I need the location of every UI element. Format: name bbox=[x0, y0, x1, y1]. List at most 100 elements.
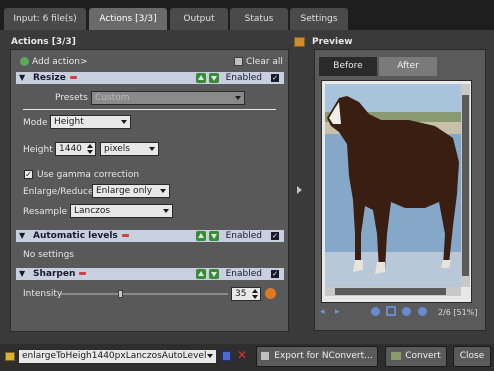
resample-label: Resample bbox=[23, 207, 68, 217]
move-up-icon[interactable] bbox=[196, 73, 206, 83]
intensity-label: Intensity bbox=[23, 289, 63, 299]
tab-bar: Input: 6 file(s) Actions [3/3] Output St… bbox=[0, 0, 494, 30]
enabled-label: Enabled bbox=[225, 269, 262, 279]
enlarge-combo[interactable]: Enlarge only bbox=[92, 184, 170, 198]
tab-input[interactable]: Input: 6 file(s) bbox=[4, 8, 86, 30]
presets-label: Presets bbox=[55, 93, 88, 103]
preview-status: 2/6 [51%] bbox=[438, 308, 478, 317]
enabled-checkbox[interactable]: ✓ bbox=[271, 232, 279, 240]
intensity-slider-handle[interactable] bbox=[118, 290, 123, 298]
preset-combo[interactable]: enlargeToHeigh1440pxLanczosAutoLevel bbox=[18, 349, 217, 364]
sharpen-name: Sharpen bbox=[33, 268, 87, 280]
height-value: 1440 bbox=[59, 144, 82, 154]
move-down-icon[interactable] bbox=[209, 269, 219, 279]
remove-action-icon[interactable] bbox=[79, 272, 87, 275]
chevron-down-icon bbox=[163, 209, 169, 213]
export-icon bbox=[261, 351, 270, 360]
chevron-down-icon bbox=[149, 147, 155, 151]
resize-name: Resize bbox=[33, 72, 77, 84]
chevron-down-icon bbox=[235, 96, 241, 100]
collapse-triangle-icon[interactable]: ▼ bbox=[19, 72, 25, 84]
clear-all-icon[interactable] bbox=[234, 57, 243, 66]
height-label: Height bbox=[23, 145, 53, 155]
tab-before[interactable]: Before bbox=[319, 57, 377, 76]
add-action-button[interactable]: Add action> bbox=[32, 57, 88, 67]
tab-status[interactable]: Status bbox=[230, 8, 288, 30]
mode-value: Height bbox=[54, 117, 84, 127]
move-arrows bbox=[196, 231, 220, 241]
preview-panel-icon[interactable] bbox=[294, 37, 305, 47]
move-down-icon[interactable] bbox=[209, 231, 219, 241]
preview-title: Preview bbox=[312, 37, 353, 47]
spin-up-icon[interactable] bbox=[87, 144, 93, 148]
move-arrows bbox=[196, 269, 220, 279]
zoom-in-icon[interactable] bbox=[402, 307, 411, 316]
tab-settings[interactable]: Settings bbox=[290, 8, 348, 30]
tab-output[interactable]: Output bbox=[170, 8, 228, 30]
intensity-spinbox[interactable]: 35 bbox=[231, 287, 261, 301]
mode-label: Mode bbox=[23, 118, 48, 128]
mode-combo[interactable]: Height bbox=[50, 115, 131, 129]
divider bbox=[23, 109, 276, 110]
no-settings-label: No settings bbox=[23, 250, 74, 260]
add-action-icon[interactable] bbox=[20, 57, 29, 66]
tab-actions[interactable]: Actions [3/3] bbox=[89, 8, 167, 30]
preset-value: enlargeToHeigh1440pxLanczosAutoLevel bbox=[22, 351, 207, 361]
resize-header[interactable]: ▼ Resize Enabled ✓ bbox=[16, 72, 284, 84]
height-spinbox[interactable]: 1440 bbox=[55, 142, 96, 156]
resample-value: Lanczos bbox=[74, 206, 111, 216]
unit-value: pixels bbox=[104, 144, 130, 154]
spin-up-icon[interactable] bbox=[252, 289, 258, 293]
gamma-checkbox[interactable]: ✓ bbox=[24, 170, 33, 179]
zoom-out-icon[interactable] bbox=[418, 307, 427, 316]
horse-photo bbox=[325, 84, 461, 287]
gamma-label: Use gamma correction bbox=[37, 170, 140, 180]
collapse-triangle-icon[interactable]: ▼ bbox=[19, 230, 25, 242]
save-icon[interactable] bbox=[222, 351, 231, 361]
convert-label: Convert bbox=[405, 351, 441, 361]
move-up-icon[interactable] bbox=[196, 231, 206, 241]
splitter-arrow-icon[interactable] bbox=[297, 186, 302, 194]
collapse-triangle-icon[interactable]: ▼ bbox=[19, 268, 25, 280]
fit-icon[interactable] bbox=[386, 306, 396, 316]
presets-value: Custom bbox=[95, 93, 130, 103]
close-button[interactable]: Close bbox=[453, 346, 491, 367]
preview-image[interactable] bbox=[325, 84, 461, 287]
horizontal-scrollbar-thumb[interactable] bbox=[335, 288, 446, 295]
remove-action-icon[interactable] bbox=[69, 76, 77, 79]
enabled-label: Enabled bbox=[225, 73, 262, 83]
vertical-scrollbar-thumb[interactable] bbox=[462, 95, 469, 276]
remove-action-icon[interactable] bbox=[121, 234, 129, 237]
enabled-checkbox[interactable]: ✓ bbox=[271, 270, 279, 278]
prev-arrow-icon[interactable]: ◂ bbox=[320, 307, 325, 317]
enabled-checkbox[interactable]: ✓ bbox=[271, 74, 279, 82]
zoom-icon[interactable] bbox=[371, 307, 380, 316]
next-arrow-icon[interactable]: ▸ bbox=[335, 307, 340, 317]
auto-levels-header[interactable]: ▼ Automatic levels Enabled ✓ bbox=[16, 230, 284, 242]
tab-after[interactable]: After bbox=[379, 57, 437, 76]
move-up-icon[interactable] bbox=[196, 269, 206, 279]
spin-down-icon[interactable] bbox=[87, 150, 93, 154]
folder-icon[interactable] bbox=[5, 352, 15, 361]
move-down-icon[interactable] bbox=[209, 73, 219, 83]
intensity-value: 35 bbox=[235, 289, 247, 299]
auto-levels-name: Automatic levels bbox=[33, 230, 129, 242]
spin-down-icon[interactable] bbox=[252, 295, 258, 299]
enabled-label: Enabled bbox=[225, 231, 262, 241]
intensity-slider-track[interactable] bbox=[61, 293, 228, 295]
chevron-down-icon bbox=[121, 120, 127, 124]
presets-combo: Custom bbox=[91, 91, 245, 105]
unit-combo[interactable]: pixels bbox=[100, 142, 159, 156]
clear-all-button[interactable]: Clear all bbox=[246, 57, 283, 67]
convert-icon bbox=[391, 351, 402, 360]
export-label: Export for NConvert... bbox=[274, 351, 373, 361]
reset-icon[interactable] bbox=[265, 288, 276, 299]
convert-button[interactable]: Convert bbox=[385, 346, 447, 367]
enlarge-value: Enlarge only bbox=[96, 186, 153, 196]
move-arrows bbox=[196, 73, 220, 83]
export-nconvert-button[interactable]: Export for NConvert... bbox=[256, 346, 378, 367]
resample-combo[interactable]: Lanczos bbox=[70, 204, 173, 218]
chevron-down-icon bbox=[207, 354, 213, 358]
sharpen-header[interactable]: ▼ Sharpen Enabled ✓ bbox=[16, 268, 284, 280]
delete-icon[interactable]: ✕ bbox=[237, 348, 247, 362]
